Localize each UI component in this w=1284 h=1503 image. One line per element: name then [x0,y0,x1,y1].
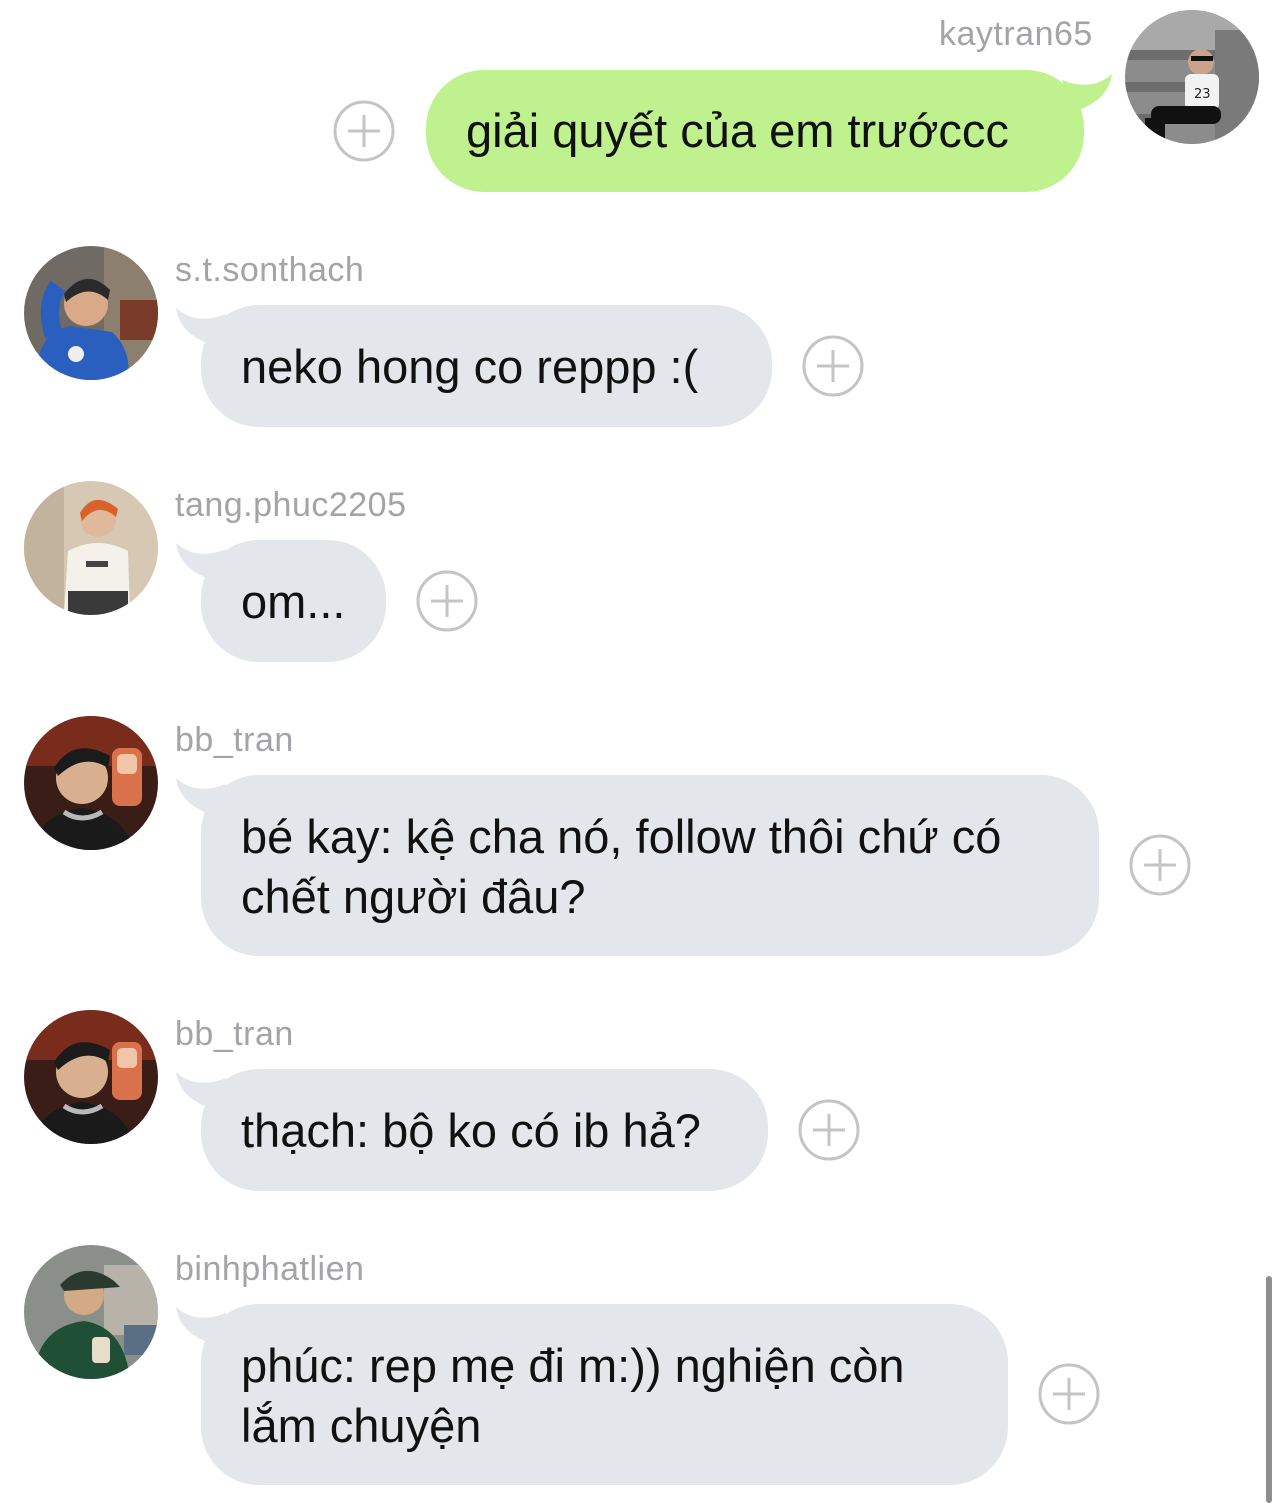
avatar-s-t-sonthach[interactable] [24,246,158,380]
username: bb_tran [175,1015,294,1053]
add-reaction-plus-icon [416,570,478,632]
message-bubble[interactable]: om... [201,540,386,662]
avatar-bb-tran[interactable] [24,716,158,850]
message-bubble[interactable]: thạch: bộ ko có ib hả? [201,1069,768,1191]
username: kaytran65 [939,15,1093,53]
username: binhphatlien [175,1250,365,1288]
message-text: om... [241,575,346,628]
avatar-tang-phuc2205[interactable] [24,481,158,615]
add-reaction-button[interactable] [802,335,864,397]
message-bubble[interactable]: bé kay: kệ cha nó, follow thôi chứ có ch… [201,775,1099,956]
message-text: bé kay: kệ cha nó, follow thôi chứ có ch… [241,810,1002,923]
add-reaction-plus-icon [802,335,864,397]
message-text: neko hong co reppp :( [241,340,699,393]
username: s.t.sonthach [175,251,365,289]
username: bb_tran [175,721,294,759]
avatar-bb-tran[interactable] [24,1010,158,1144]
avatar-kaytran65[interactable]: 23 [1125,10,1259,144]
message-bubble[interactable]: giải quyết của em trướccc [426,70,1084,192]
message-text: thạch: bộ ko có ib hả? [241,1104,701,1157]
add-reaction-plus-icon [1129,834,1191,896]
add-reaction-button[interactable] [1129,834,1191,896]
add-reaction-plus-icon [1038,1363,1100,1425]
add-reaction-button[interactable] [798,1099,860,1161]
add-reaction-plus-icon [333,100,395,162]
message-bubble[interactable]: neko hong co reppp :( [201,305,772,427]
username: tang.phuc2205 [175,486,407,524]
message-text: phúc: rep mẹ đi m:)) nghiện còn lắm chuy… [241,1339,905,1452]
message-text: giải quyết của em trướccc [466,104,1009,157]
add-reaction-plus-icon [798,1099,860,1161]
add-reaction-button[interactable] [416,570,478,632]
add-reaction-button[interactable] [333,100,395,162]
add-reaction-button[interactable] [1038,1363,1100,1425]
message-bubble[interactable]: phúc: rep mẹ đi m:)) nghiện còn lắm chuy… [201,1304,1008,1485]
scrollbar[interactable] [1266,1276,1272,1503]
avatar-binhphatlien[interactable] [24,1245,158,1379]
svg-text:23: 23 [1194,87,1211,102]
